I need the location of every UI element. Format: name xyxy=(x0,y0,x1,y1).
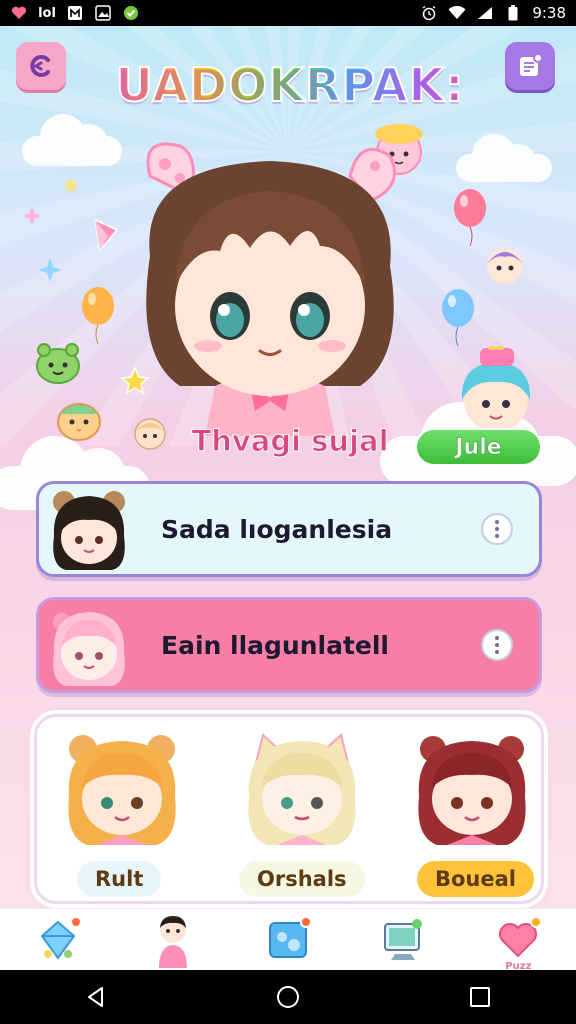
nav-item-crystal[interactable] xyxy=(28,912,88,968)
notification-badge xyxy=(530,915,543,928)
notification-badge xyxy=(69,915,82,928)
balloon-icon xyxy=(82,287,114,345)
more-options-icon[interactable] xyxy=(481,629,513,661)
shield-check-icon xyxy=(122,5,140,21)
status-right-icons: 9:38 xyxy=(420,4,566,22)
card-title: Eain llagunlatell xyxy=(161,630,390,660)
card-title: Sada lıoganlesia xyxy=(161,514,393,544)
computer-icon xyxy=(384,918,423,960)
bottom-navigation: Puzz xyxy=(0,908,576,972)
system-navigation-bar xyxy=(0,970,576,1024)
friend-label: Rult xyxy=(77,861,162,897)
m-app-icon xyxy=(66,5,84,21)
red-hair-avatar xyxy=(418,736,526,845)
friend-item[interactable]: Boueal xyxy=(397,727,547,897)
profile-name: Thvagi sujal xyxy=(191,424,389,459)
image-icon xyxy=(94,5,112,21)
gem-icon xyxy=(94,218,119,252)
card-avatar xyxy=(39,481,139,577)
notes-icon xyxy=(520,53,543,76)
signal-icon xyxy=(476,5,494,21)
status-left-icons: lol xyxy=(10,5,140,21)
app-screen: UADOKRPAK: Thvagi sujal Jule Sada lıogan… xyxy=(0,26,576,908)
green-critter-icon xyxy=(36,343,80,384)
wifi-icon xyxy=(448,5,466,21)
star-icon xyxy=(63,177,79,193)
friend-label: Orshals xyxy=(239,861,365,897)
friends-panel: Rult Orshals Boueal xyxy=(34,714,544,904)
alarm-icon xyxy=(420,5,438,21)
balloon-icon xyxy=(454,189,486,247)
pink-hair-avatar xyxy=(53,612,125,686)
recents-square-icon[interactable] xyxy=(460,977,500,1017)
dark-hair-bear-ear-avatar xyxy=(53,491,125,570)
more-options-icon[interactable] xyxy=(481,513,513,545)
purple-chibi-icon xyxy=(487,248,523,284)
heart-notification-icon xyxy=(10,5,28,21)
chat-card-1[interactable]: Sada lıoganlesia xyxy=(36,481,542,577)
back-triangle-icon[interactable] xyxy=(76,977,116,1017)
cloud-decoration xyxy=(456,134,552,182)
chick-critter-icon xyxy=(57,403,101,441)
notes-button[interactable] xyxy=(505,42,555,90)
profile-character-icon xyxy=(158,915,187,968)
status-bar: lol 9:38 xyxy=(0,0,576,26)
nav-item-photos[interactable] xyxy=(258,912,318,968)
chat-card-2[interactable]: Eain llagunlatell xyxy=(36,597,542,693)
nav-item-profile[interactable] xyxy=(143,912,203,968)
balloon-icon xyxy=(442,289,474,347)
back-button[interactable] xyxy=(16,42,66,90)
lol-app-icon: lol xyxy=(38,5,56,21)
cloud-decoration xyxy=(22,114,122,166)
friend-label: Boueal xyxy=(417,861,534,897)
nav-item-computer[interactable] xyxy=(373,912,433,968)
status-time: 9:38 xyxy=(532,4,566,22)
blonde-cat-avatar xyxy=(248,733,356,845)
battery-icon xyxy=(504,5,522,21)
home-circle-icon[interactable] xyxy=(268,977,308,1017)
back-icon xyxy=(30,55,50,77)
friend-item[interactable]: Orshals xyxy=(227,727,377,897)
profile-avatar[interactable] xyxy=(120,136,420,436)
notification-badge xyxy=(299,915,312,928)
status-badge[interactable]: Jule xyxy=(415,428,542,466)
card-avatar xyxy=(39,597,139,693)
sparkle-icon xyxy=(38,258,62,282)
nav-item-favorites[interactable]: Puzz xyxy=(488,912,548,972)
orange-hair-bear-avatar xyxy=(68,735,176,845)
friend-item[interactable]: Rult xyxy=(47,727,197,897)
sparkle-icon xyxy=(22,206,42,226)
app-title: UADOKRPAK: xyxy=(100,50,480,120)
